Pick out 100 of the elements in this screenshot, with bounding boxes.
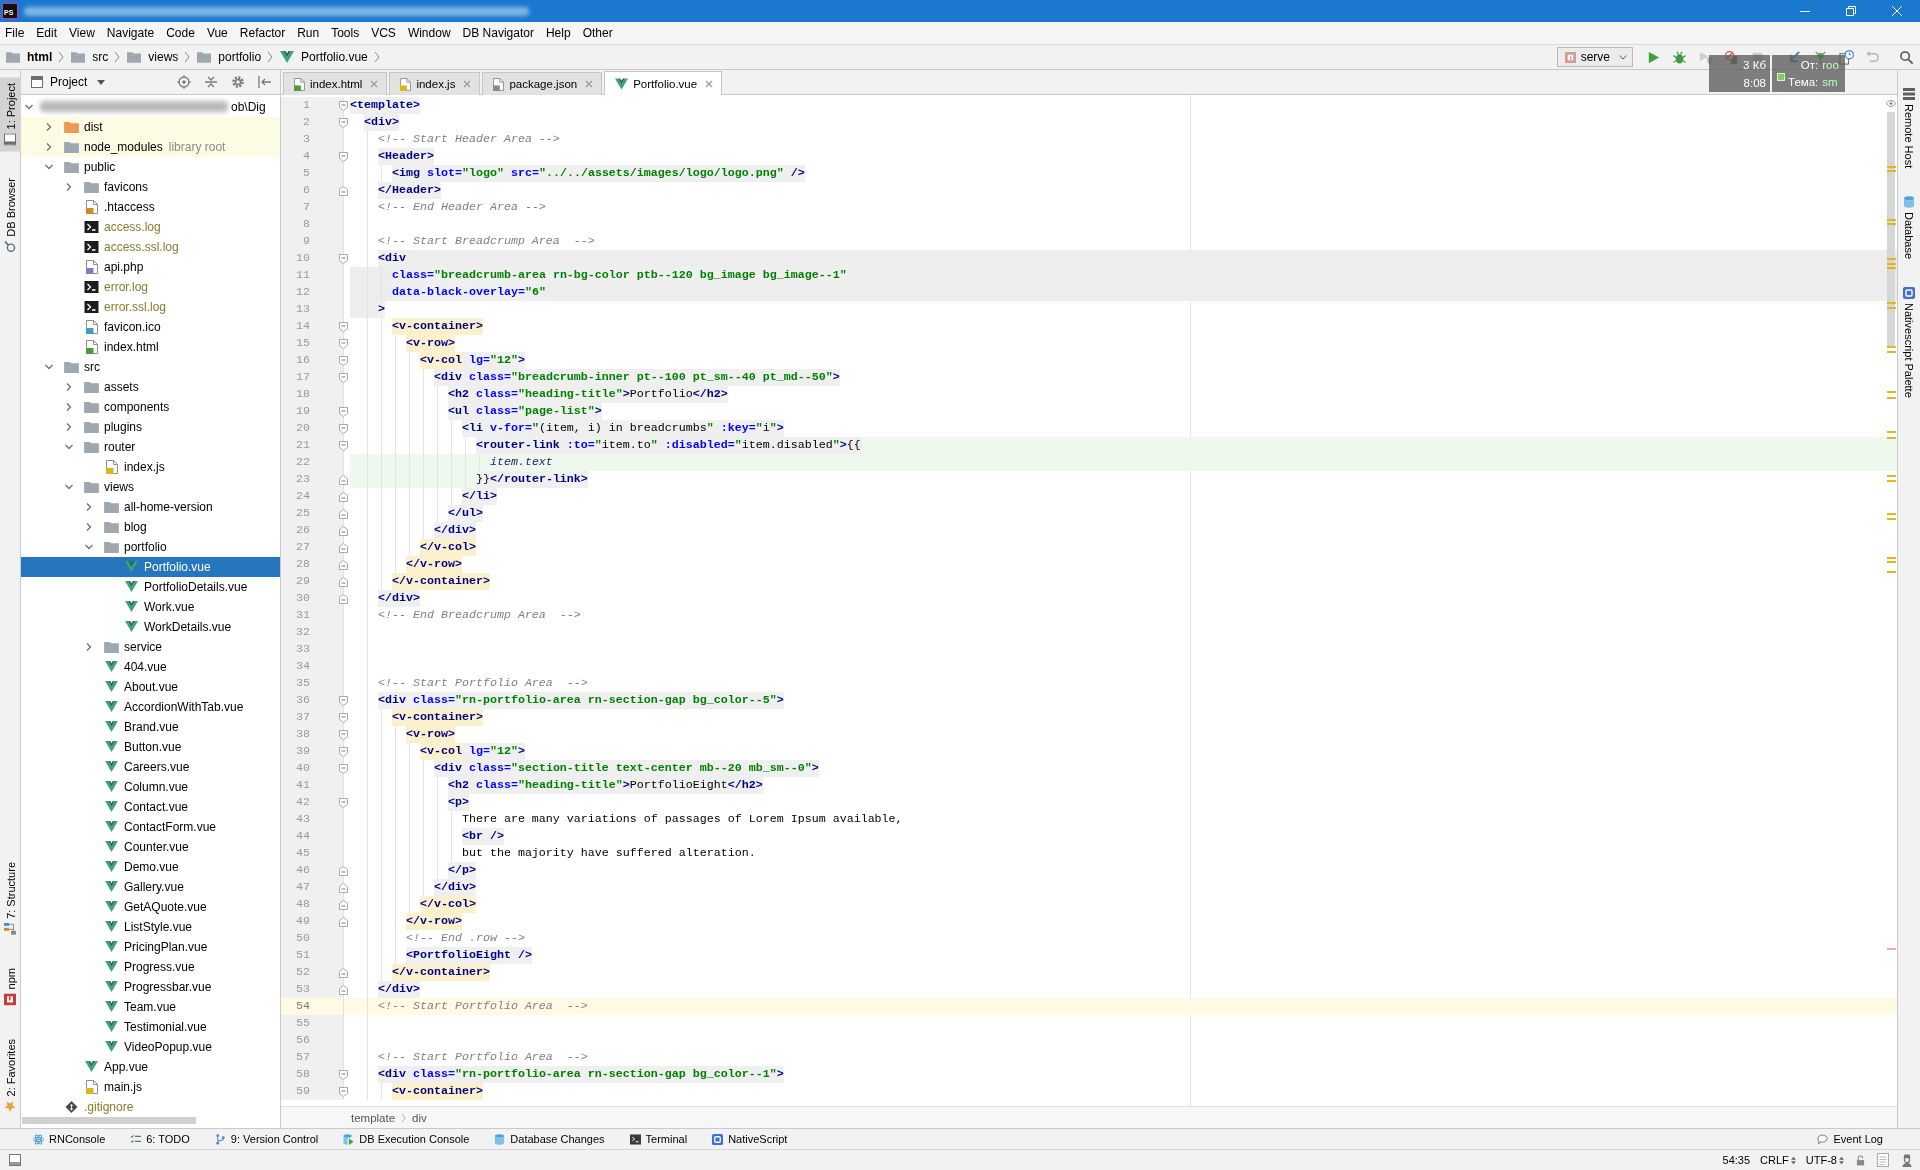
tool-window-button[interactable]: 9: Version Control bbox=[201, 1129, 331, 1149]
tree-item[interactable]: index.js bbox=[21, 456, 280, 477]
tree-item[interactable]: plugins bbox=[21, 416, 280, 437]
chevron-right-icon[interactable] bbox=[64, 181, 74, 192]
tree-item[interactable]: node_modules library root bbox=[21, 136, 280, 157]
breadcrumb-item[interactable]: views bbox=[125, 47, 181, 67]
fold-marker-icon[interactable] bbox=[339, 525, 348, 536]
fold-marker-icon[interactable] bbox=[339, 984, 348, 995]
menu-item[interactable]: Edit bbox=[30, 23, 64, 43]
tree-item[interactable]: Testimonial.vue bbox=[21, 1016, 280, 1037]
caret-position[interactable]: 54:35 bbox=[1722, 1154, 1751, 1166]
editor-tab[interactable]: index.html bbox=[283, 72, 388, 95]
fold-marker-icon[interactable] bbox=[339, 712, 348, 723]
breadcrumb-item[interactable]: div bbox=[412, 1111, 427, 1124]
menu-item[interactable]: Other bbox=[576, 23, 619, 43]
editor-tab[interactable]: package.json bbox=[482, 72, 603, 95]
fold-marker-icon[interactable] bbox=[339, 797, 348, 808]
tree-item[interactable]: access.ssl.log bbox=[21, 236, 280, 257]
tree-item[interactable]: components bbox=[21, 396, 280, 417]
view-dropdown[interactable]: Project bbox=[50, 75, 106, 89]
tree-item[interactable]: 404.vue bbox=[21, 656, 280, 677]
chevron-right-icon[interactable] bbox=[64, 401, 74, 412]
eye-icon[interactable] bbox=[1886, 100, 1896, 107]
tree-item[interactable]: Progressbar.vue bbox=[21, 976, 280, 997]
tree-item[interactable]: GetAQuote.vue bbox=[21, 896, 280, 917]
menu-item[interactable]: Code bbox=[160, 23, 201, 43]
fold-marker-icon[interactable] bbox=[339, 695, 348, 706]
editor-tab[interactable]: Portfolio.vue bbox=[604, 71, 723, 95]
chevron-right-icon[interactable] bbox=[84, 521, 94, 532]
fold-marker-icon[interactable] bbox=[339, 423, 348, 434]
menu-item[interactable]: Window bbox=[401, 23, 457, 43]
menu-item[interactable]: Navigate bbox=[100, 23, 161, 43]
fold-marker-icon[interactable] bbox=[339, 321, 348, 332]
chevron-right-icon[interactable] bbox=[64, 421, 74, 432]
menu-item[interactable]: VCS bbox=[365, 23, 402, 43]
menu-item[interactable]: Help bbox=[539, 23, 577, 43]
close-icon[interactable] bbox=[705, 79, 714, 88]
tree-item[interactable]: api.php bbox=[21, 256, 280, 277]
fold-marker-icon[interactable] bbox=[339, 253, 348, 264]
collapse-all-icon[interactable] bbox=[204, 75, 218, 89]
settings-icon[interactable] bbox=[231, 75, 245, 89]
breadcrumb-item[interactable]: template bbox=[351, 1111, 396, 1124]
tree-item[interactable]: VideoPopup.vue bbox=[21, 1036, 280, 1057]
scrollbar-thumb[interactable] bbox=[22, 1117, 196, 1124]
tool-window-button[interactable]: 1: Project bbox=[0, 77, 21, 152]
document-icon[interactable] bbox=[1877, 1153, 1889, 1167]
tree-item[interactable]: public bbox=[21, 156, 280, 177]
fold-marker-icon[interactable] bbox=[339, 117, 348, 128]
tree-item[interactable]: Careers.vue bbox=[21, 756, 280, 777]
tool-window-button[interactable]: Database bbox=[1898, 190, 1920, 266]
tree-item[interactable]: About.vue bbox=[21, 676, 280, 697]
close-icon[interactable] bbox=[370, 80, 379, 88]
fold-marker-icon[interactable] bbox=[339, 576, 348, 587]
tree-item[interactable]: PricingPlan.vue bbox=[21, 936, 280, 957]
tree-item[interactable]: ContactForm.vue bbox=[21, 816, 280, 837]
tree-item[interactable]: PortfolioDetails.vue bbox=[21, 576, 280, 597]
tree-item[interactable]: Brand.vue bbox=[21, 716, 280, 737]
tree-item[interactable]: views bbox=[21, 476, 280, 497]
tree-item[interactable]: Counter.vue bbox=[21, 836, 280, 857]
editor-tab[interactable]: index.js bbox=[389, 72, 481, 95]
tree-item[interactable]: .htaccess bbox=[21, 196, 280, 217]
fold-marker-icon[interactable] bbox=[339, 899, 348, 910]
tree-item[interactable]: favicons bbox=[21, 176, 280, 197]
fold-marker-icon[interactable] bbox=[339, 746, 348, 757]
tree-item[interactable]: src bbox=[21, 356, 280, 377]
fold-marker-icon[interactable] bbox=[339, 491, 348, 502]
fold-marker-icon[interactable] bbox=[339, 916, 348, 927]
menu-item[interactable]: Refactor bbox=[233, 23, 292, 43]
menu-item[interactable]: View bbox=[63, 23, 101, 43]
tree-item[interactable]: Column.vue bbox=[21, 776, 280, 797]
fold-marker-icon[interactable] bbox=[339, 406, 348, 417]
tree-item[interactable]: router bbox=[21, 436, 280, 457]
tree-item[interactable]: portfolio bbox=[21, 536, 280, 557]
tree-item[interactable]: blog bbox=[21, 516, 280, 537]
tree-item[interactable]: assets bbox=[21, 376, 280, 397]
fold-marker-icon[interactable] bbox=[339, 882, 348, 893]
tree-item[interactable]: Gallery.vue bbox=[21, 876, 280, 897]
tool-window-button[interactable]: RNConsole bbox=[20, 1129, 118, 1149]
menu-item[interactable]: Vue bbox=[200, 23, 234, 43]
tool-window-button[interactable]: 6: TODO bbox=[117, 1129, 202, 1149]
tree-item[interactable]: favicon.ico bbox=[21, 316, 280, 337]
run-configuration-dropdown[interactable]: serve bbox=[1556, 47, 1633, 67]
tree-item[interactable]: WorkDetails.vue bbox=[21, 616, 280, 637]
fold-marker-icon[interactable] bbox=[339, 151, 348, 162]
tool-window-button[interactable]: 7: Structure bbox=[0, 856, 21, 942]
chevron-right-icon[interactable] bbox=[44, 141, 54, 152]
tree-item[interactable]: AccordionWithTab.vue bbox=[21, 696, 280, 717]
menu-item[interactable]: File bbox=[0, 23, 31, 43]
fold-marker-icon[interactable] bbox=[339, 967, 348, 978]
chevron-right-icon[interactable] bbox=[44, 121, 54, 132]
close-icon[interactable] bbox=[463, 80, 472, 88]
tree-item[interactable]: index.html bbox=[21, 336, 280, 357]
tree-item[interactable]: access.log bbox=[21, 216, 280, 237]
tree-item[interactable]: App.vue bbox=[21, 1056, 280, 1077]
tree-item[interactable]: Team.vue bbox=[21, 996, 280, 1017]
fold-marker-icon[interactable] bbox=[339, 440, 348, 451]
tool-window-button[interactable]: npm bbox=[0, 962, 21, 1012]
fold-marker-icon[interactable] bbox=[339, 1069, 348, 1080]
tree-item[interactable]: Progress.vue bbox=[21, 956, 280, 977]
tool-window-button[interactable]: DB Browser bbox=[0, 172, 21, 260]
